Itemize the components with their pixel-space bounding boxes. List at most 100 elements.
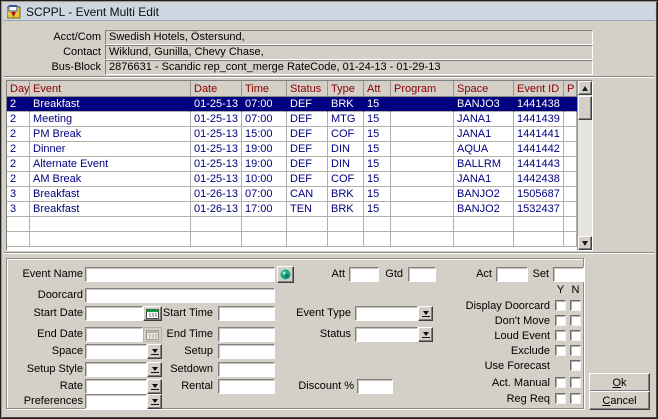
table-cell: Meeting — [30, 112, 191, 127]
doorcard-input[interactable] — [85, 288, 275, 303]
discount-input[interactable] — [357, 379, 393, 394]
cancel-button[interactable]: Cancel — [589, 391, 650, 410]
checkbox-reg-req-n[interactable] — [570, 393, 581, 404]
setdown-input[interactable] — [218, 362, 275, 377]
table-cell — [391, 187, 454, 202]
table-row-8[interactable] — [7, 217, 577, 232]
checkbox-dont-move-n[interactable] — [570, 315, 581, 326]
column-header-att: Att — [364, 81, 391, 97]
preferences-label: Preferences — [7, 394, 83, 409]
table-cell — [30, 217, 191, 232]
checkbox-display-doorcard-y[interactable] — [555, 300, 566, 311]
setup-input[interactable] — [218, 344, 275, 359]
start-time-label: Start Time — [153, 306, 213, 321]
table-cell: 1441442 — [514, 142, 564, 157]
checkbox-act-manual-y[interactable] — [555, 377, 566, 388]
checkbox-act-manual-n[interactable] — [570, 377, 581, 388]
event-name-lov-button[interactable] — [277, 266, 294, 283]
checkbox-display-doorcard-n[interactable] — [570, 300, 581, 311]
gtd-label: Gtd — [375, 267, 403, 282]
table-row-4[interactable]: 2Alternate Event01-25-1319:00DEFDIN15BAL… — [7, 157, 577, 172]
dropdown-arrow-icon — [422, 311, 430, 317]
preferences-input[interactable] — [85, 394, 147, 409]
end-date-input[interactable] — [85, 327, 143, 342]
att-label: Att — [312, 267, 345, 282]
table-cell: 07:00 — [242, 97, 287, 112]
table-row-2[interactable]: 2PM Break01-25-1315:00DEFCOF15JANA114414… — [7, 127, 577, 142]
column-header-time: Time — [242, 81, 287, 97]
scroll-down-button[interactable] — [578, 236, 592, 250]
table-cell: BRK — [328, 202, 364, 217]
checkbox-loud-event-y[interactable] — [555, 330, 566, 341]
table-cell: 15 — [364, 142, 391, 157]
checkbox-dont-move-y[interactable] — [555, 315, 566, 326]
table-row-9[interactable] — [7, 232, 577, 247]
table-cell: BALLRM — [454, 157, 514, 172]
table-row-6[interactable]: 3Breakfast01-26-1307:00CANBRK15BANJO2150… — [7, 187, 577, 202]
gtd-input[interactable] — [408, 267, 436, 282]
table-cell: 2 — [7, 112, 30, 127]
end-date-label: End Date — [7, 327, 83, 342]
table-cell — [564, 142, 577, 157]
ok-button[interactable]: Ok — [589, 373, 650, 392]
event-multi-edit-window: SCPPL - Event Multi Edit Acct/Com Swedis… — [0, 0, 658, 419]
act-label: Act — [459, 267, 492, 282]
scroll-up-button[interactable] — [578, 81, 592, 95]
title-bar[interactable]: SCPPL - Event Multi Edit — [3, 3, 655, 21]
status-label: Status — [277, 327, 351, 342]
event-name-input[interactable] — [85, 267, 275, 282]
table-cell — [564, 232, 577, 247]
table-cell — [7, 217, 30, 232]
checkbox-exclude-n[interactable] — [570, 345, 581, 356]
table-vertical-scrollbar[interactable] — [577, 81, 592, 250]
checkbox-exclude-y[interactable] — [555, 345, 566, 356]
table-cell: BRK — [328, 97, 364, 112]
setup-style-input[interactable] — [85, 362, 147, 377]
table-cell — [454, 217, 514, 232]
table-cell — [287, 217, 328, 232]
table-cell: 1441439 — [514, 112, 564, 127]
start-date-input[interactable] — [85, 306, 143, 321]
table-cell — [328, 217, 364, 232]
status-dropdown-button[interactable] — [418, 327, 433, 342]
flag-label-act-manual: Act. Manual — [387, 377, 550, 389]
column-header-p: P — [564, 81, 577, 97]
checkbox-use-forecast-n[interactable] — [570, 360, 581, 371]
app-icon[interactable] — [7, 5, 21, 19]
event-type-label: Event Type — [277, 306, 351, 321]
set-input[interactable] — [553, 267, 584, 282]
table-row-1[interactable]: 2Meeting01-25-1307:00DEFMTG15JANA1144143… — [7, 112, 577, 127]
checkbox-reg-req-y[interactable] — [555, 393, 566, 404]
table-cell: 01-26-13 — [191, 187, 242, 202]
table-cell: TEN — [287, 202, 328, 217]
bus-block-value: 2876631 - Scandic rep_cont_merge RateCod… — [105, 60, 593, 75]
event-type-input[interactable] — [355, 306, 418, 321]
arrow-down-icon — [582, 241, 588, 246]
table-cell: 19:00 — [242, 157, 287, 172]
table-row-7[interactable]: 3Breakfast01-26-1317:00TENBRK15BANJO2153… — [7, 202, 577, 217]
preferences-dropdown-button[interactable] — [147, 394, 162, 409]
rental-input[interactable] — [218, 379, 275, 394]
checkbox-loud-event-n[interactable] — [570, 330, 581, 341]
contact-value: Wiklund, Gunilla, Chevy Chase, — [105, 45, 593, 60]
rate-input[interactable] — [85, 379, 147, 394]
table-cell: 07:00 — [242, 187, 287, 202]
table-row-3[interactable]: 2Dinner01-25-1319:00DEFDIN15AQUA1441442 — [7, 142, 577, 157]
status-input[interactable] — [355, 327, 418, 342]
event-type-dropdown-button[interactable] — [418, 306, 433, 321]
table-row-0[interactable]: 2Breakfast01-25-1307:00DEFBRK15BANJO3144… — [7, 97, 577, 112]
dropdown-arrow-icon — [422, 332, 430, 338]
end-time-input[interactable] — [218, 327, 275, 342]
event-form-panel: Event Name Att Gtd Act Set Doorcard Y N … — [6, 258, 584, 409]
table-cell: DIN — [328, 157, 364, 172]
scrollbar-thumb[interactable] — [578, 96, 592, 120]
space-input[interactable] — [85, 344, 147, 359]
table-cell: 2 — [7, 127, 30, 142]
table-cell: 01-26-13 — [191, 202, 242, 217]
table-cell: Alternate Event — [30, 157, 191, 172]
table-cell — [391, 142, 454, 157]
table-cell: Breakfast — [30, 202, 191, 217]
table-cell: 15 — [364, 187, 391, 202]
start-time-input[interactable] — [218, 306, 275, 321]
table-row-5[interactable]: 2AM Break01-25-1310:00DEFCOF15JANA114424… — [7, 172, 577, 187]
